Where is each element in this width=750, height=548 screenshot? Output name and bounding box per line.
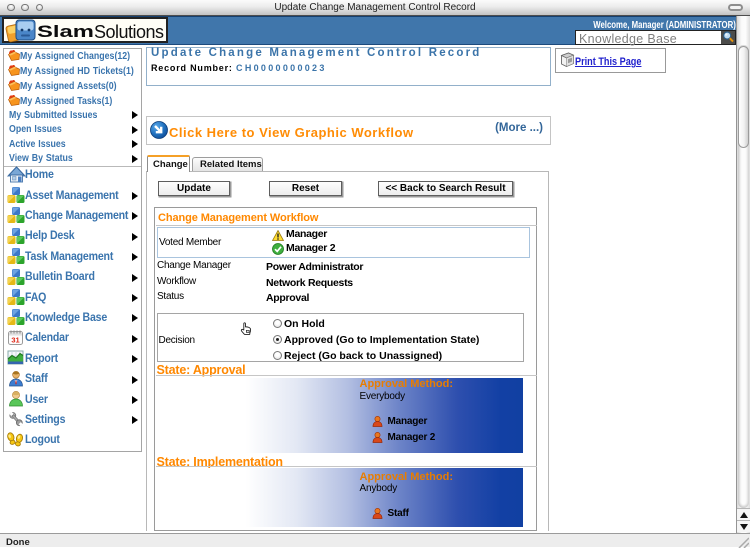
svg-text:31: 31 — [11, 335, 19, 344]
